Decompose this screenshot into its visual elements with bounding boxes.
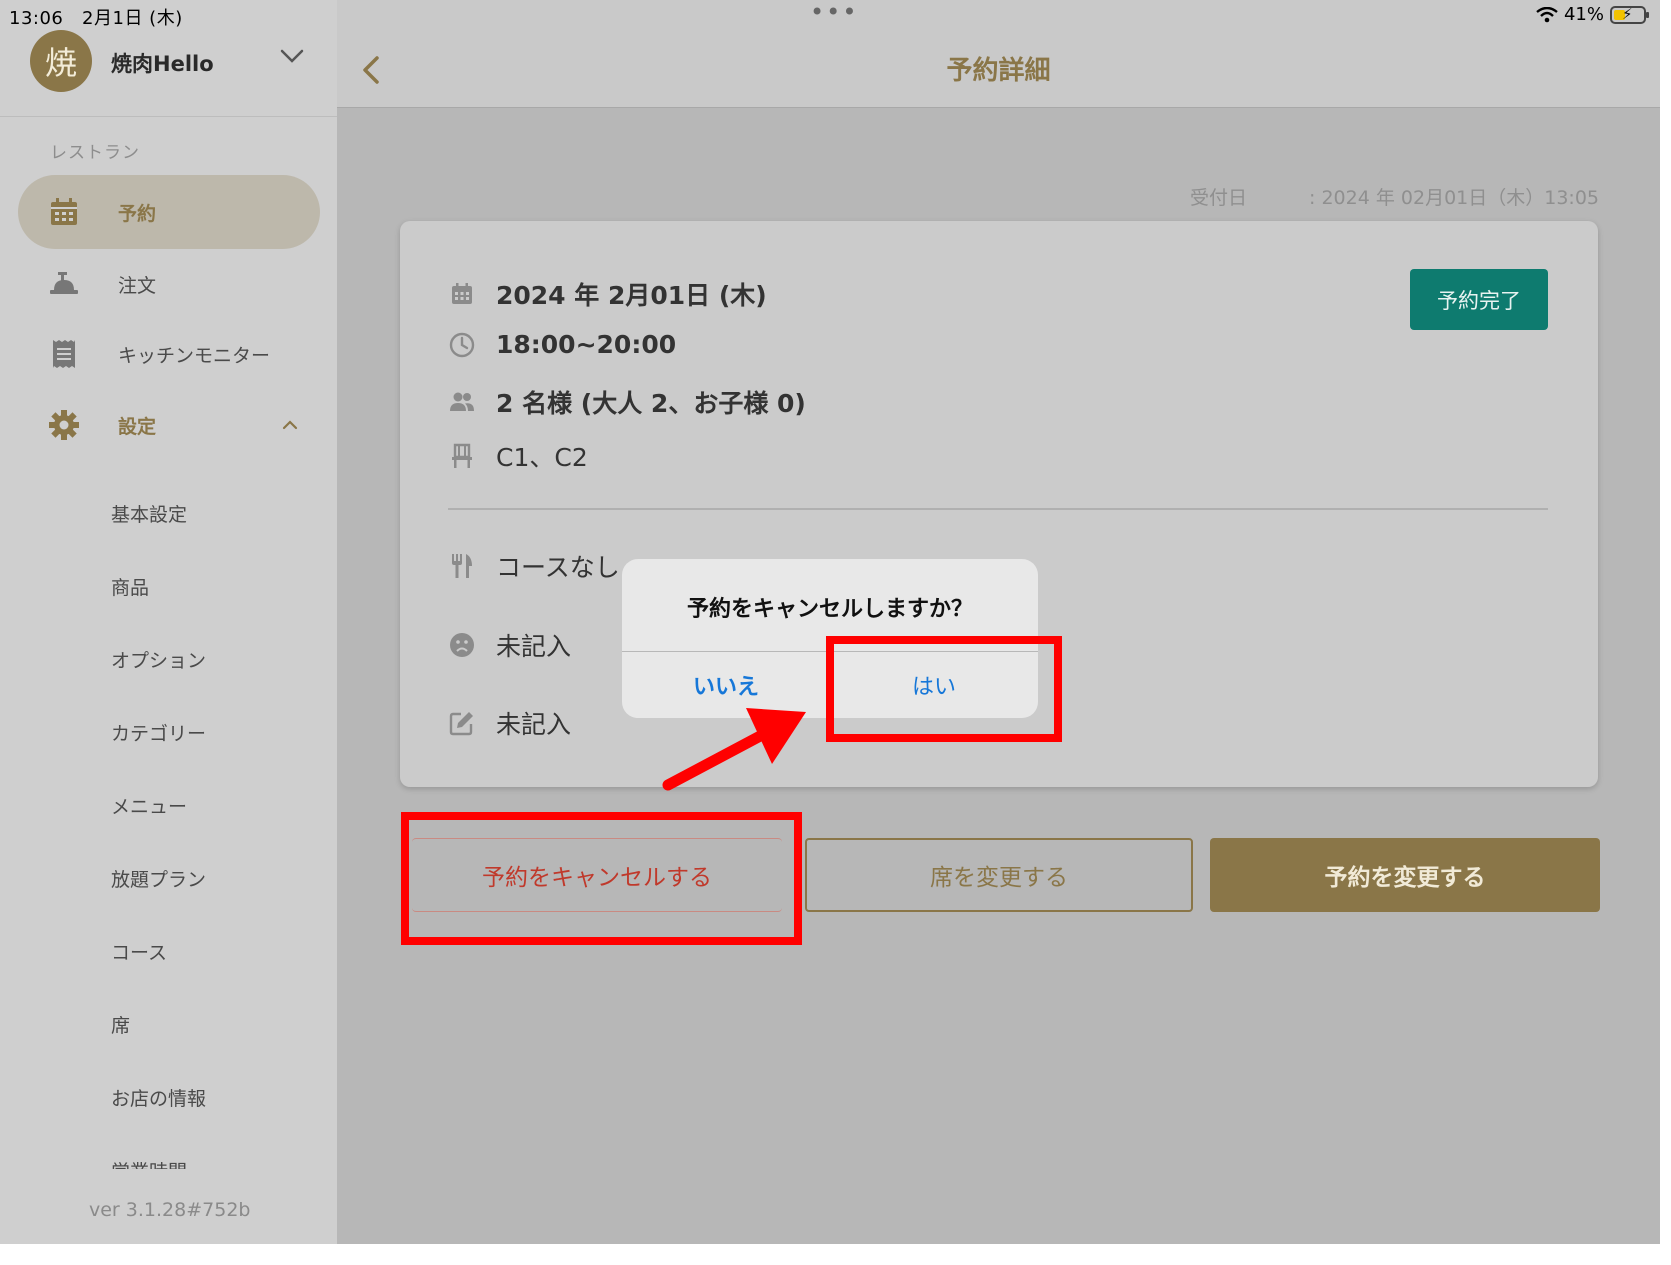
highlight-cancel-box: [401, 812, 802, 945]
sidebar-item-settings[interactable]: 設定: [18, 388, 320, 462]
sidebar-subitem-menu[interactable]: メニュー: [111, 792, 187, 819]
status-badge: 予約完了: [1410, 269, 1548, 330]
navigation-bar: 予約詳細: [337, 0, 1660, 108]
change-reservation-button[interactable]: 予約を変更する: [1210, 838, 1600, 912]
party-size: 2 名様 (大人 2、お子様 0): [496, 389, 806, 418]
calendar-icon: [448, 280, 476, 308]
multitask-dots[interactable]: •••: [810, 0, 858, 26]
received-label: 受付日: [1190, 187, 1248, 209]
section-label: レストラン: [50, 143, 140, 163]
avatar: 焼: [30, 30, 92, 92]
chair-icon: [448, 442, 476, 470]
sidebar-item-order[interactable]: 注文: [18, 247, 320, 321]
received-date: 受付日 : 2024 年 02月01日（木）13:05: [1190, 183, 1599, 210]
sidebar-item-label: 注文: [118, 274, 157, 297]
receipt-icon: [48, 338, 80, 370]
seat-names: C1、C2: [496, 443, 588, 472]
sidebar-subitem-categories[interactable]: カテゴリー: [111, 719, 206, 746]
sidebar-subitem-courses[interactable]: コース: [111, 938, 167, 965]
cutlery-icon: [448, 552, 476, 580]
course-row: コースなし: [448, 548, 620, 584]
page-title: 予約詳細: [946, 56, 1051, 86]
gear-icon: [48, 409, 80, 441]
sidebar-subitem-basic-settings[interactable]: 基本設定: [111, 500, 187, 527]
battery-percent: 41%: [1563, 4, 1604, 25]
reservation-time: 18:00~20:00: [496, 330, 677, 359]
sidebar-item-reservation[interactable]: 予約: [18, 175, 320, 249]
memo-text: 未記入: [496, 710, 572, 739]
sidebar: 焼 焼肉Hello レストラン 予約 注文 キッチンモニター 設定 基本設定 商…: [0, 0, 337, 1244]
sidebar-item-label: キッチンモニター: [118, 344, 271, 367]
sidebar-subitem-products[interactable]: 商品: [111, 573, 149, 600]
battery-icon: ⚡: [1610, 4, 1649, 24]
highlight-yes-box: [826, 636, 1062, 742]
chevron-down-icon[interactable]: [280, 48, 304, 64]
allergy-text: 未記入: [496, 632, 572, 661]
status-indicators: 41% ⚡: [1536, 4, 1649, 25]
status-date: 2月1日 (木): [82, 8, 183, 29]
status-clock: 13:06 2月1日 (木): [9, 4, 183, 30]
sidebar-subitem-all-you-can-plans[interactable]: 放題プラン: [111, 865, 206, 892]
reservation-date-row: 2024 年 2月01日 (木): [448, 276, 767, 312]
sad-face-icon: [448, 631, 476, 659]
charging-bolt-icon: ⚡: [1622, 4, 1633, 23]
app-version: ver 3.1.28#752b: [89, 1199, 251, 1221]
received-value: : 2024 年 02月01日（木）13:05: [1309, 187, 1599, 209]
annotation-arrow-icon: [662, 708, 806, 791]
clock-icon: [448, 331, 476, 359]
sidebar-item-label: 設定: [118, 415, 157, 438]
calendar-icon: [48, 196, 80, 228]
wifi-icon: [1536, 6, 1558, 22]
reservation-date: 2024 年 2月01日 (木): [496, 281, 767, 310]
seats-row: C1、C2: [448, 438, 588, 474]
chevron-up-icon[interactable]: [282, 419, 298, 431]
status-time: 13:06: [9, 8, 64, 29]
dialog-title: 予約をキャンセルしますか？: [686, 597, 973, 622]
sidebar-subitem-options[interactable]: オプション: [111, 646, 206, 673]
party-size-row: 2 名様 (大人 2、お子様 0): [448, 384, 806, 420]
sidebar-subitem-store-info[interactable]: お店の情報: [111, 1084, 206, 1111]
divider: [448, 508, 1548, 510]
sidebar-item-label: 予約: [118, 202, 157, 225]
sidebar-subitem-business-hours[interactable]: 営業時間: [111, 1157, 187, 1169]
sidebar-item-kitchen-monitor[interactable]: キッチンモニター: [18, 317, 320, 391]
edit-icon: [448, 709, 476, 737]
store-name: 焼肉Hello: [111, 52, 214, 76]
change-seat-button[interactable]: 席を変更する: [805, 838, 1193, 912]
course-name: コースなし: [496, 553, 620, 582]
memo-row: 未記入: [448, 705, 571, 741]
allergy-row: 未記入: [448, 627, 571, 663]
screen: 焼 焼肉Hello レストラン 予約 注文 キッチンモニター 設定 基本設定 商…: [0, 0, 1660, 1244]
food-tray-icon: [48, 268, 80, 300]
reservation-time-row: 18:00~20:00: [448, 330, 676, 359]
sidebar-subitem-seats[interactable]: 席: [111, 1011, 130, 1038]
people-icon: [448, 388, 476, 416]
